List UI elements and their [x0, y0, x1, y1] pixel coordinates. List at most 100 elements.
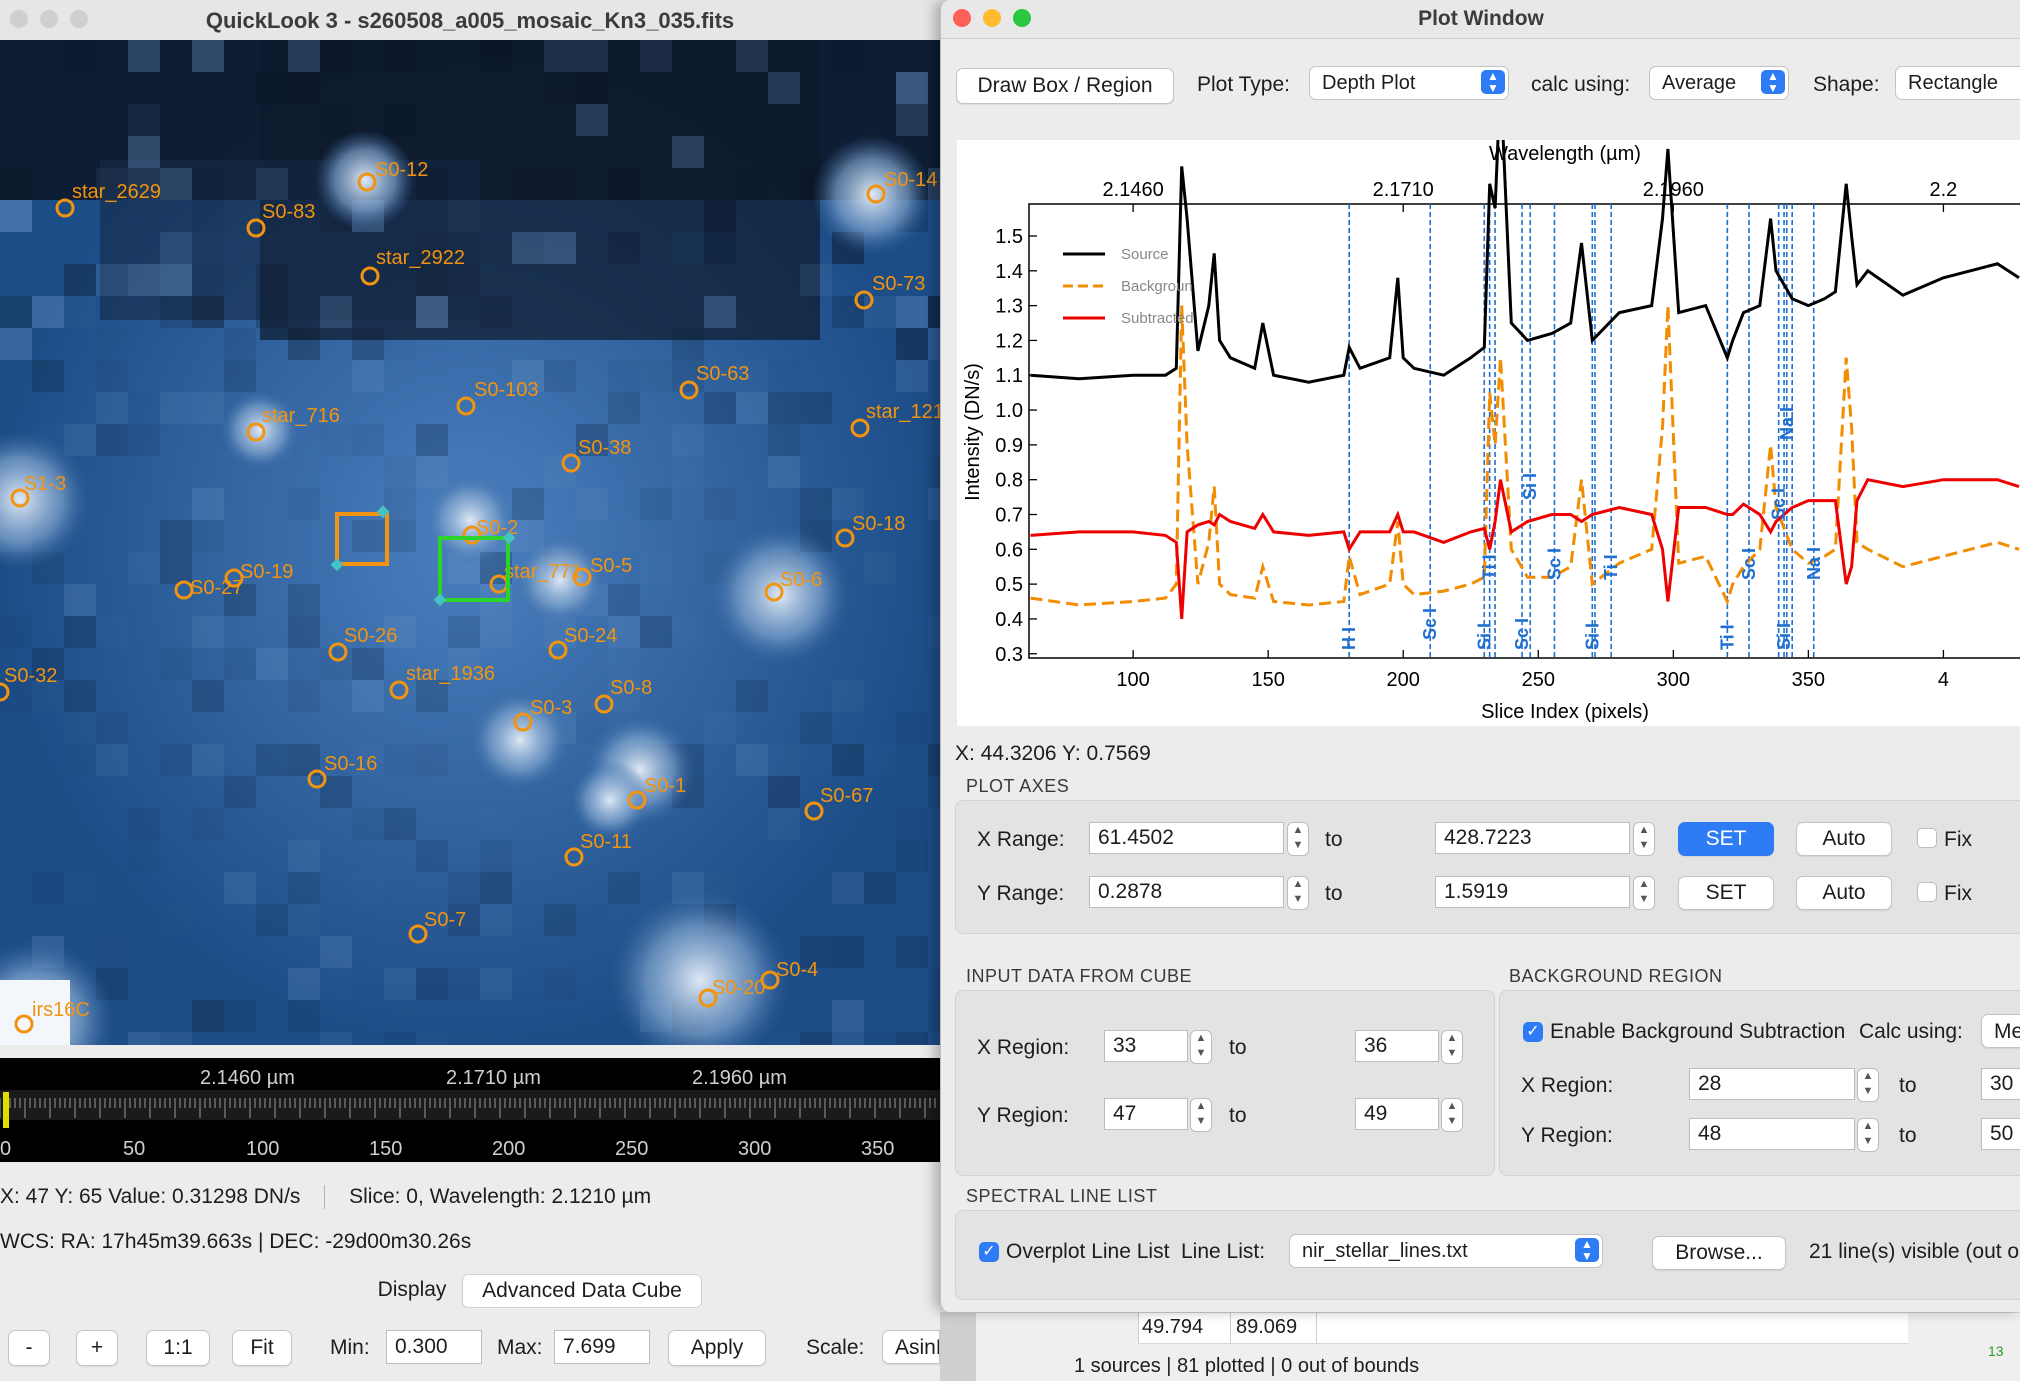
- input-y-to-stepper[interactable]: ▲ ▼: [1441, 1098, 1463, 1132]
- top-tick-label: 2.2: [1930, 179, 1958, 201]
- chevron-updown-icon: ▲ ▼: [1761, 70, 1785, 94]
- draw-box-region-button[interactable]: Draw Box / Region: [956, 68, 1174, 104]
- x-tick-label: 300: [1657, 669, 1690, 691]
- slice-tick-label: 350: [861, 1138, 894, 1160]
- input-y-from-stepper[interactable]: ▲ ▼: [1190, 1098, 1212, 1132]
- catalog-label: S0-19: [240, 561, 293, 583]
- x-range-auto-button[interactable]: Auto: [1796, 822, 1892, 856]
- y-range-min-input[interactable]: 0.2878: [1089, 876, 1284, 908]
- input-x-from-input[interactable]: 33: [1104, 1030, 1188, 1062]
- bg-y-from-input[interactable]: 48: [1689, 1118, 1855, 1150]
- y-tick-label: 0.9: [995, 435, 1023, 457]
- zoom-in-button[interactable]: +: [76, 1330, 118, 1366]
- plot-type-select[interactable]: Depth Plot ▲ ▼: [1309, 66, 1509, 100]
- fits-image-canvas[interactable]: S0-12 star_2629 S0-83 star_2922 S0-14 S0-73 S0…: [0, 40, 940, 1045]
- y-range-max-stepper[interactable]: ▲ ▼: [1633, 876, 1655, 910]
- x-range-min-stepper[interactable]: ▲ ▼: [1287, 822, 1309, 856]
- calc-using-value: Average: [1662, 72, 1737, 94]
- slice-tick-label: 300: [738, 1138, 771, 1160]
- fits-image-view[interactable]: S0-12 star_2629 S0-83 star_2922 S0-14 S0-73 S0…: [0, 40, 940, 1045]
- x-tick-label: 150: [1251, 669, 1284, 691]
- bg-y-from-stepper[interactable]: ▲ ▼: [1857, 1118, 1879, 1152]
- y-tick-label: 0.3: [995, 644, 1023, 666]
- fit-button[interactable]: Fit: [232, 1330, 292, 1366]
- bg-x-to-input[interactable]: 30: [1981, 1068, 2020, 1100]
- input-data-group: [955, 990, 1495, 1176]
- spectral-line-label: Si I: [1474, 623, 1494, 650]
- bg-calc-using-select[interactable]: Me: [1981, 1014, 2020, 1048]
- chevron-updown-icon: ▲ ▼: [1481, 70, 1505, 94]
- y-tick-label: 1.2: [995, 330, 1023, 352]
- input-y-to-input[interactable]: 49: [1355, 1098, 1439, 1130]
- catalog-label: S0-7: [424, 909, 466, 931]
- table-cell: 89.069: [1236, 1316, 1298, 1338]
- depth-plot-chart[interactable]: H I Sc I Si I Ti I Sc I Si I Sc I Si I Ti I Ti I S…: [957, 79, 2020, 726]
- catalog-label: S0-67: [820, 785, 873, 807]
- browse-button[interactable]: Browse...: [1652, 1236, 1786, 1270]
- input-x-from-stepper[interactable]: ▲ ▼: [1190, 1030, 1212, 1064]
- spectral-line-label: Sc I: [1420, 608, 1440, 640]
- y-range-fix-checkbox[interactable]: [1917, 882, 1937, 902]
- enable-bg-subtraction-checkbox[interactable]: ✓: [1523, 1022, 1543, 1042]
- x-range-max-input[interactable]: 428.7223: [1435, 822, 1630, 854]
- table-row[interactable]: 49.794 89.069: [1138, 1313, 1908, 1344]
- catalog-label: star_716: [262, 405, 340, 427]
- bg-x-from-stepper[interactable]: ▲ ▼: [1857, 1068, 1879, 1102]
- catalog-label: irs16C: [32, 999, 90, 1021]
- tab-display[interactable]: Display: [362, 1274, 462, 1306]
- y-axis-label: Intensity (DN/s): [962, 363, 984, 501]
- input-x-to-stepper[interactable]: ▲ ▼: [1441, 1030, 1463, 1064]
- zoom-one-to-one-button[interactable]: 1:1: [146, 1330, 210, 1366]
- y-range-auto-button[interactable]: Auto: [1796, 876, 1892, 910]
- catalog-label: S0-18: [852, 513, 905, 535]
- slice-tick-label: 50: [123, 1138, 145, 1160]
- catalog-label: S1-3: [24, 473, 66, 495]
- cursor-value-readout: X: 47 Y: 65 Value: 0.31298 DN/s: [0, 1185, 301, 1208]
- y-range-max-input[interactable]: 1.5919: [1435, 876, 1630, 908]
- catalog-label: S0-63: [696, 363, 749, 385]
- x-range-set-button[interactable]: SET: [1678, 822, 1774, 856]
- catalog-label: S0-73: [872, 273, 925, 295]
- line-list-select[interactable]: nir_stellar_lines.txt ▲ ▼: [1289, 1234, 1603, 1268]
- bg-y-to-input[interactable]: 50: [1981, 1118, 2020, 1150]
- to-label: to: [1229, 1036, 1247, 1059]
- x-range-min-input[interactable]: 61.4502: [1089, 822, 1284, 854]
- plot-window-titlebar: Plot Window: [941, 0, 2020, 39]
- y-tick-label: 0.5: [995, 574, 1023, 596]
- bg-x-from-input[interactable]: 28: [1689, 1068, 1855, 1100]
- min-input[interactable]: 0.300: [386, 1330, 482, 1364]
- x-tick-label: 250: [1522, 669, 1555, 691]
- catalog-label: S0-24: [564, 625, 617, 647]
- calc-using-select[interactable]: Average ▲ ▼: [1649, 66, 1789, 100]
- wavelength-tick-label: 2.1460 µm: [200, 1067, 295, 1089]
- top-axis-label: Wavelength (µm): [1489, 143, 1641, 165]
- y-range-set-button[interactable]: SET: [1678, 876, 1774, 910]
- x-range-max-stepper[interactable]: ▲ ▼: [1633, 822, 1655, 856]
- overplot-line-list-checkbox[interactable]: ✓: [979, 1242, 999, 1262]
- y-tick-label: 1.1: [995, 365, 1023, 387]
- overplot-line-list-label: Overplot Line List: [1006, 1240, 1170, 1263]
- scale-select[interactable]: AsinH: [882, 1330, 940, 1364]
- shape-select[interactable]: Rectangle: [1895, 66, 2020, 100]
- max-input[interactable]: 7.699: [554, 1330, 650, 1364]
- to-label: to: [1325, 828, 1343, 851]
- quicklook-window: QuickLook 3 - s260508_a005_mosaic_Kn3_03…: [0, 0, 940, 1380]
- y-range-min-stepper[interactable]: ▲ ▼: [1287, 876, 1309, 910]
- spectral-line-label: Si I: [1520, 473, 1540, 500]
- input-y-from-input[interactable]: 47: [1104, 1098, 1188, 1130]
- x-range-fix-checkbox[interactable]: [1917, 828, 1937, 848]
- zoom-out-button[interactable]: -: [8, 1330, 50, 1366]
- spectral-line-label: Sc I: [1739, 548, 1759, 580]
- input-x-to-input[interactable]: 36: [1355, 1030, 1439, 1062]
- apply-button[interactable]: Apply: [668, 1330, 766, 1366]
- plot-area[interactable]: H I Sc I Si I Ti I Sc I Si I Sc I Si I Ti I Ti I S…: [957, 79, 2020, 726]
- catalog-label: S0-32: [4, 665, 57, 687]
- slice-tick-label: 150: [369, 1138, 402, 1160]
- slice-slider-thumb[interactable]: [3, 1092, 9, 1128]
- plot-cursor-readout: X: 44.3206 Y: 0.7569: [955, 742, 1151, 765]
- legend-label: Subtracted: [1121, 310, 1194, 327]
- wavelength-slice-strip[interactable]: 2.1460 µm 2.1710 µm 2.1960 µm 0 50 100 150 200…: [0, 1058, 940, 1162]
- to-label: to: [1899, 1124, 1917, 1147]
- tab-advanced-data-cube[interactable]: Advanced Data Cube: [462, 1274, 702, 1308]
- slice-tick-label: 0: [0, 1138, 11, 1160]
